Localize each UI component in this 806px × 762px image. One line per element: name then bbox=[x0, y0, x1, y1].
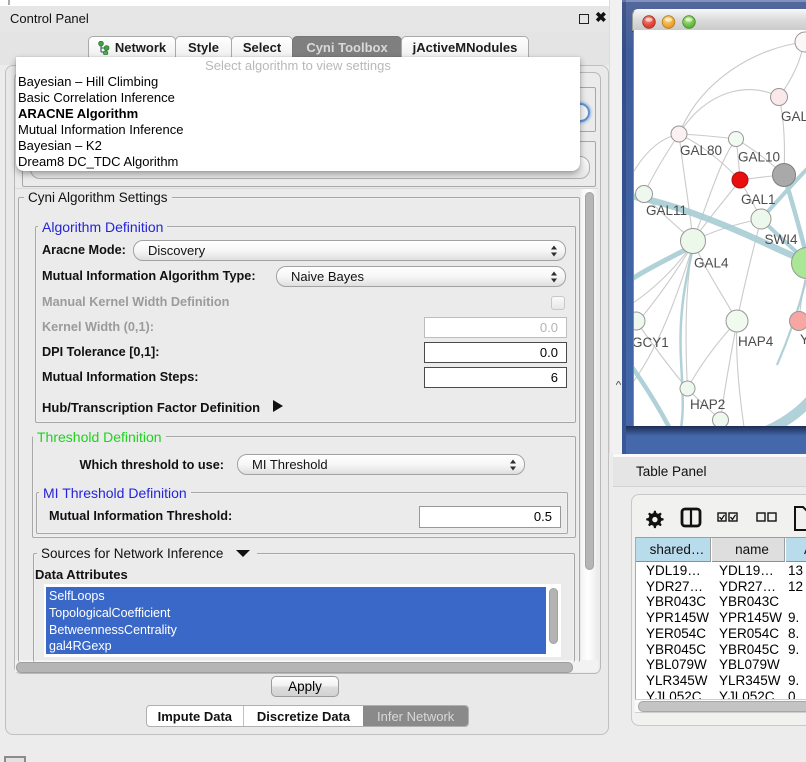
svg-text:GAL80: GAL80 bbox=[680, 143, 722, 158]
svg-text:HAP4: HAP4 bbox=[738, 334, 774, 349]
svg-text:GAL4: GAL4 bbox=[694, 256, 729, 271]
svg-text:GAL1: GAL1 bbox=[741, 192, 776, 207]
svg-text:SWI4: SWI4 bbox=[765, 232, 798, 247]
svg-text:GAL: GAL bbox=[781, 109, 806, 124]
svg-text:HAP2: HAP2 bbox=[690, 397, 725, 412]
svg-text:GCY1: GCY1 bbox=[634, 335, 669, 350]
svg-text:Y: Y bbox=[800, 332, 806, 347]
svg-text:GAL11: GAL11 bbox=[646, 203, 687, 218]
svg-text:GAL10: GAL10 bbox=[738, 150, 780, 165]
